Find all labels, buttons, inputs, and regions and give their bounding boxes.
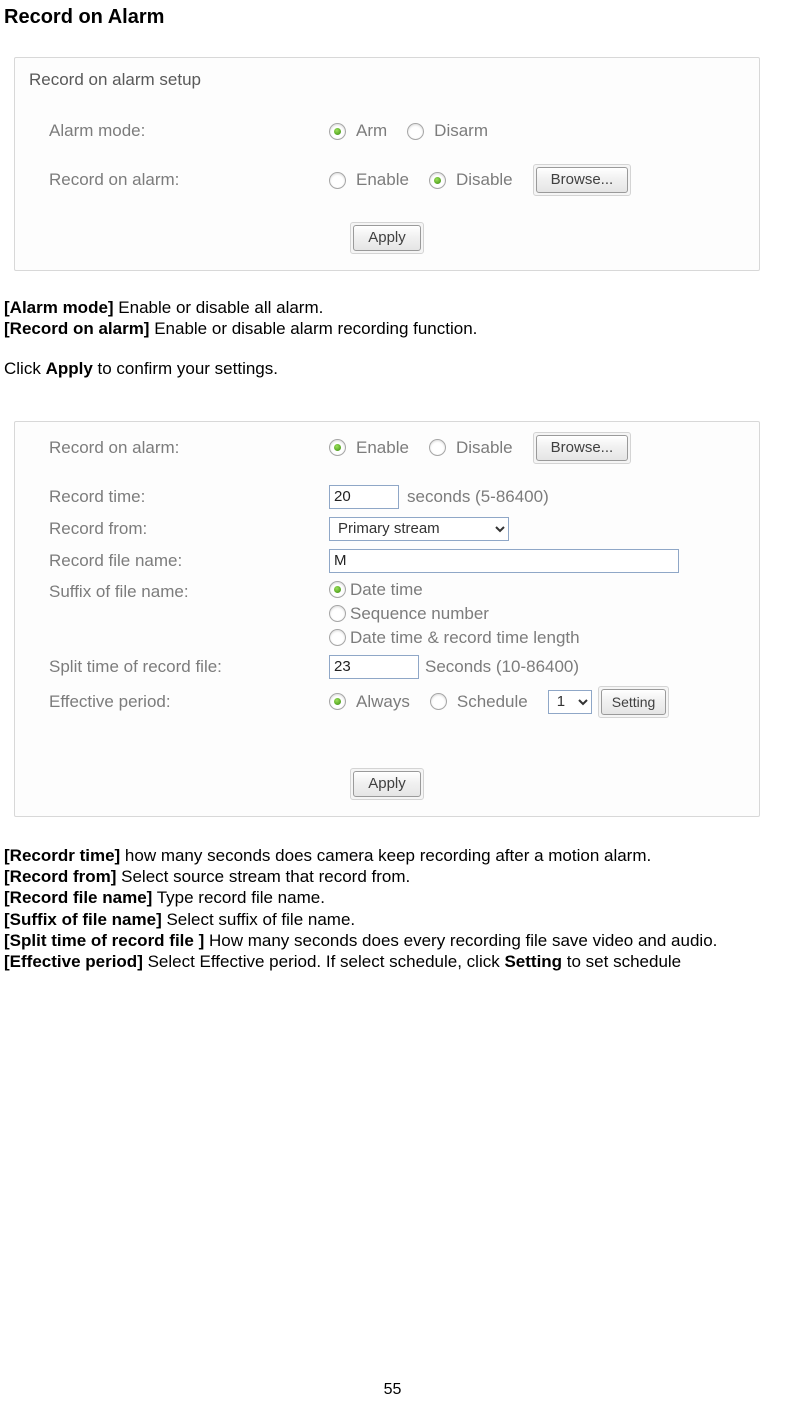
- browse-button[interactable]: Browse...: [536, 167, 629, 193]
- option-suffix-sequence: Sequence number: [350, 604, 489, 624]
- panel-record-on-alarm-setup: Record on alarm setup Alarm mode: Arm Di…: [14, 57, 760, 271]
- description-block-1: [Alarm mode] Enable or disable all alarm…: [4, 297, 781, 379]
- apply-button-2[interactable]: Apply: [353, 771, 421, 797]
- desc-suffix-key: [Suffix of file name]: [4, 910, 162, 929]
- desc-suffix-text: Select suffix of file name.: [162, 910, 355, 929]
- panel-record-on-alarm-detail: Record on alarm: Enable Disable Browse..…: [14, 421, 760, 817]
- label-record-time: Record time:: [29, 487, 329, 507]
- label-split-time: Split time of record file:: [29, 657, 329, 677]
- desc-effective-key: [Effective period]: [4, 952, 143, 971]
- radio-effective-always[interactable]: [329, 693, 346, 710]
- desc-apply-bold: Apply: [46, 359, 93, 378]
- apply-button-wrap: Apply: [350, 222, 424, 254]
- browse-button-2[interactable]: Browse...: [536, 435, 629, 461]
- setting-button-wrap: Setting: [598, 686, 670, 718]
- option-suffix-datetime-length: Date time & record time length: [350, 628, 580, 648]
- label-effective-period: Effective period:: [29, 692, 329, 712]
- desc-record-time-key: [Recordr time]: [4, 846, 120, 865]
- option-disable-label-2: Disable: [456, 438, 513, 458]
- option-disarm-label: Disarm: [434, 121, 488, 141]
- desc-apply-post: to confirm your settings.: [93, 359, 278, 378]
- browse-button-wrap-2: Browse...: [533, 432, 632, 464]
- radio-roa-enable[interactable]: [329, 172, 346, 189]
- page-title: Record on Alarm: [4, 6, 785, 29]
- select-record-from[interactable]: Primary stream: [329, 517, 509, 541]
- setting-button[interactable]: Setting: [601, 689, 667, 715]
- radio-effective-schedule[interactable]: [430, 693, 447, 710]
- desc-effective-setting-bold: Setting: [504, 952, 562, 971]
- input-record-file-name[interactable]: [329, 549, 679, 573]
- desc-alarm-mode-text: Enable or disable all alarm.: [114, 298, 324, 317]
- radio-roa2-enable[interactable]: [329, 439, 346, 456]
- label-record-on-alarm: Record on alarm:: [29, 170, 329, 190]
- radio-alarm-mode-disarm[interactable]: [407, 123, 424, 140]
- radio-suffix-datetime-length[interactable]: [329, 629, 346, 646]
- desc-record-on-alarm-key: [Record on alarm]: [4, 319, 149, 338]
- radio-roa2-disable[interactable]: [429, 439, 446, 456]
- option-arm-label: Arm: [356, 121, 387, 141]
- select-schedule-index[interactable]: 1: [548, 690, 592, 714]
- desc-record-file-name-text: Type record file name.: [152, 888, 325, 907]
- apply-button-wrap-2: Apply: [350, 768, 424, 800]
- desc-effective-text-1: Select Effective period. If select sched…: [143, 952, 505, 971]
- option-schedule-label: Schedule: [457, 692, 528, 712]
- label-record-file-name: Record file name:: [29, 551, 329, 571]
- option-suffix-datetime: Date time: [350, 580, 423, 600]
- browse-button-wrap: Browse...: [533, 164, 632, 196]
- input-record-time[interactable]: [329, 485, 399, 509]
- desc-record-time-text: how many seconds does camera keep record…: [120, 846, 651, 865]
- desc-apply-pre: Click: [4, 359, 46, 378]
- description-block-2: [Recordr time] how many seconds does cam…: [4, 845, 781, 973]
- desc-alarm-mode-key: [Alarm mode]: [4, 298, 114, 317]
- option-always-label: Always: [356, 692, 410, 712]
- apply-button[interactable]: Apply: [353, 225, 421, 251]
- input-split-time[interactable]: [329, 655, 419, 679]
- option-enable-label: Enable: [356, 170, 409, 190]
- desc-split-time-text: How many seconds does every recording fi…: [204, 931, 717, 950]
- desc-record-on-alarm-text: Enable or disable alarm recording functi…: [149, 319, 477, 338]
- desc-record-from-key: [Record from]: [4, 867, 116, 886]
- radio-suffix-datetime[interactable]: [329, 581, 346, 598]
- unit-split-time: Seconds (10-86400): [425, 657, 579, 677]
- panel-header: Record on alarm setup: [29, 70, 745, 90]
- label-record-on-alarm-2: Record on alarm:: [29, 438, 329, 458]
- desc-record-from-text: Select source stream that record from.: [116, 867, 410, 886]
- desc-effective-text-2: to set schedule: [562, 952, 681, 971]
- unit-record-time: seconds (5-86400): [407, 487, 549, 507]
- desc-split-time-key: [Split time of record file ]: [4, 931, 204, 950]
- radio-suffix-sequence[interactable]: [329, 605, 346, 622]
- label-alarm-mode: Alarm mode:: [29, 121, 329, 141]
- radio-roa-disable[interactable]: [429, 172, 446, 189]
- label-suffix: Suffix of file name:: [29, 580, 329, 602]
- label-record-from: Record from:: [29, 519, 329, 539]
- radio-alarm-mode-arm[interactable]: [329, 123, 346, 140]
- option-enable-label-2: Enable: [356, 438, 409, 458]
- desc-record-file-name-key: [Record file name]: [4, 888, 152, 907]
- option-disable-label: Disable: [456, 170, 513, 190]
- page-number: 55: [0, 1381, 785, 1399]
